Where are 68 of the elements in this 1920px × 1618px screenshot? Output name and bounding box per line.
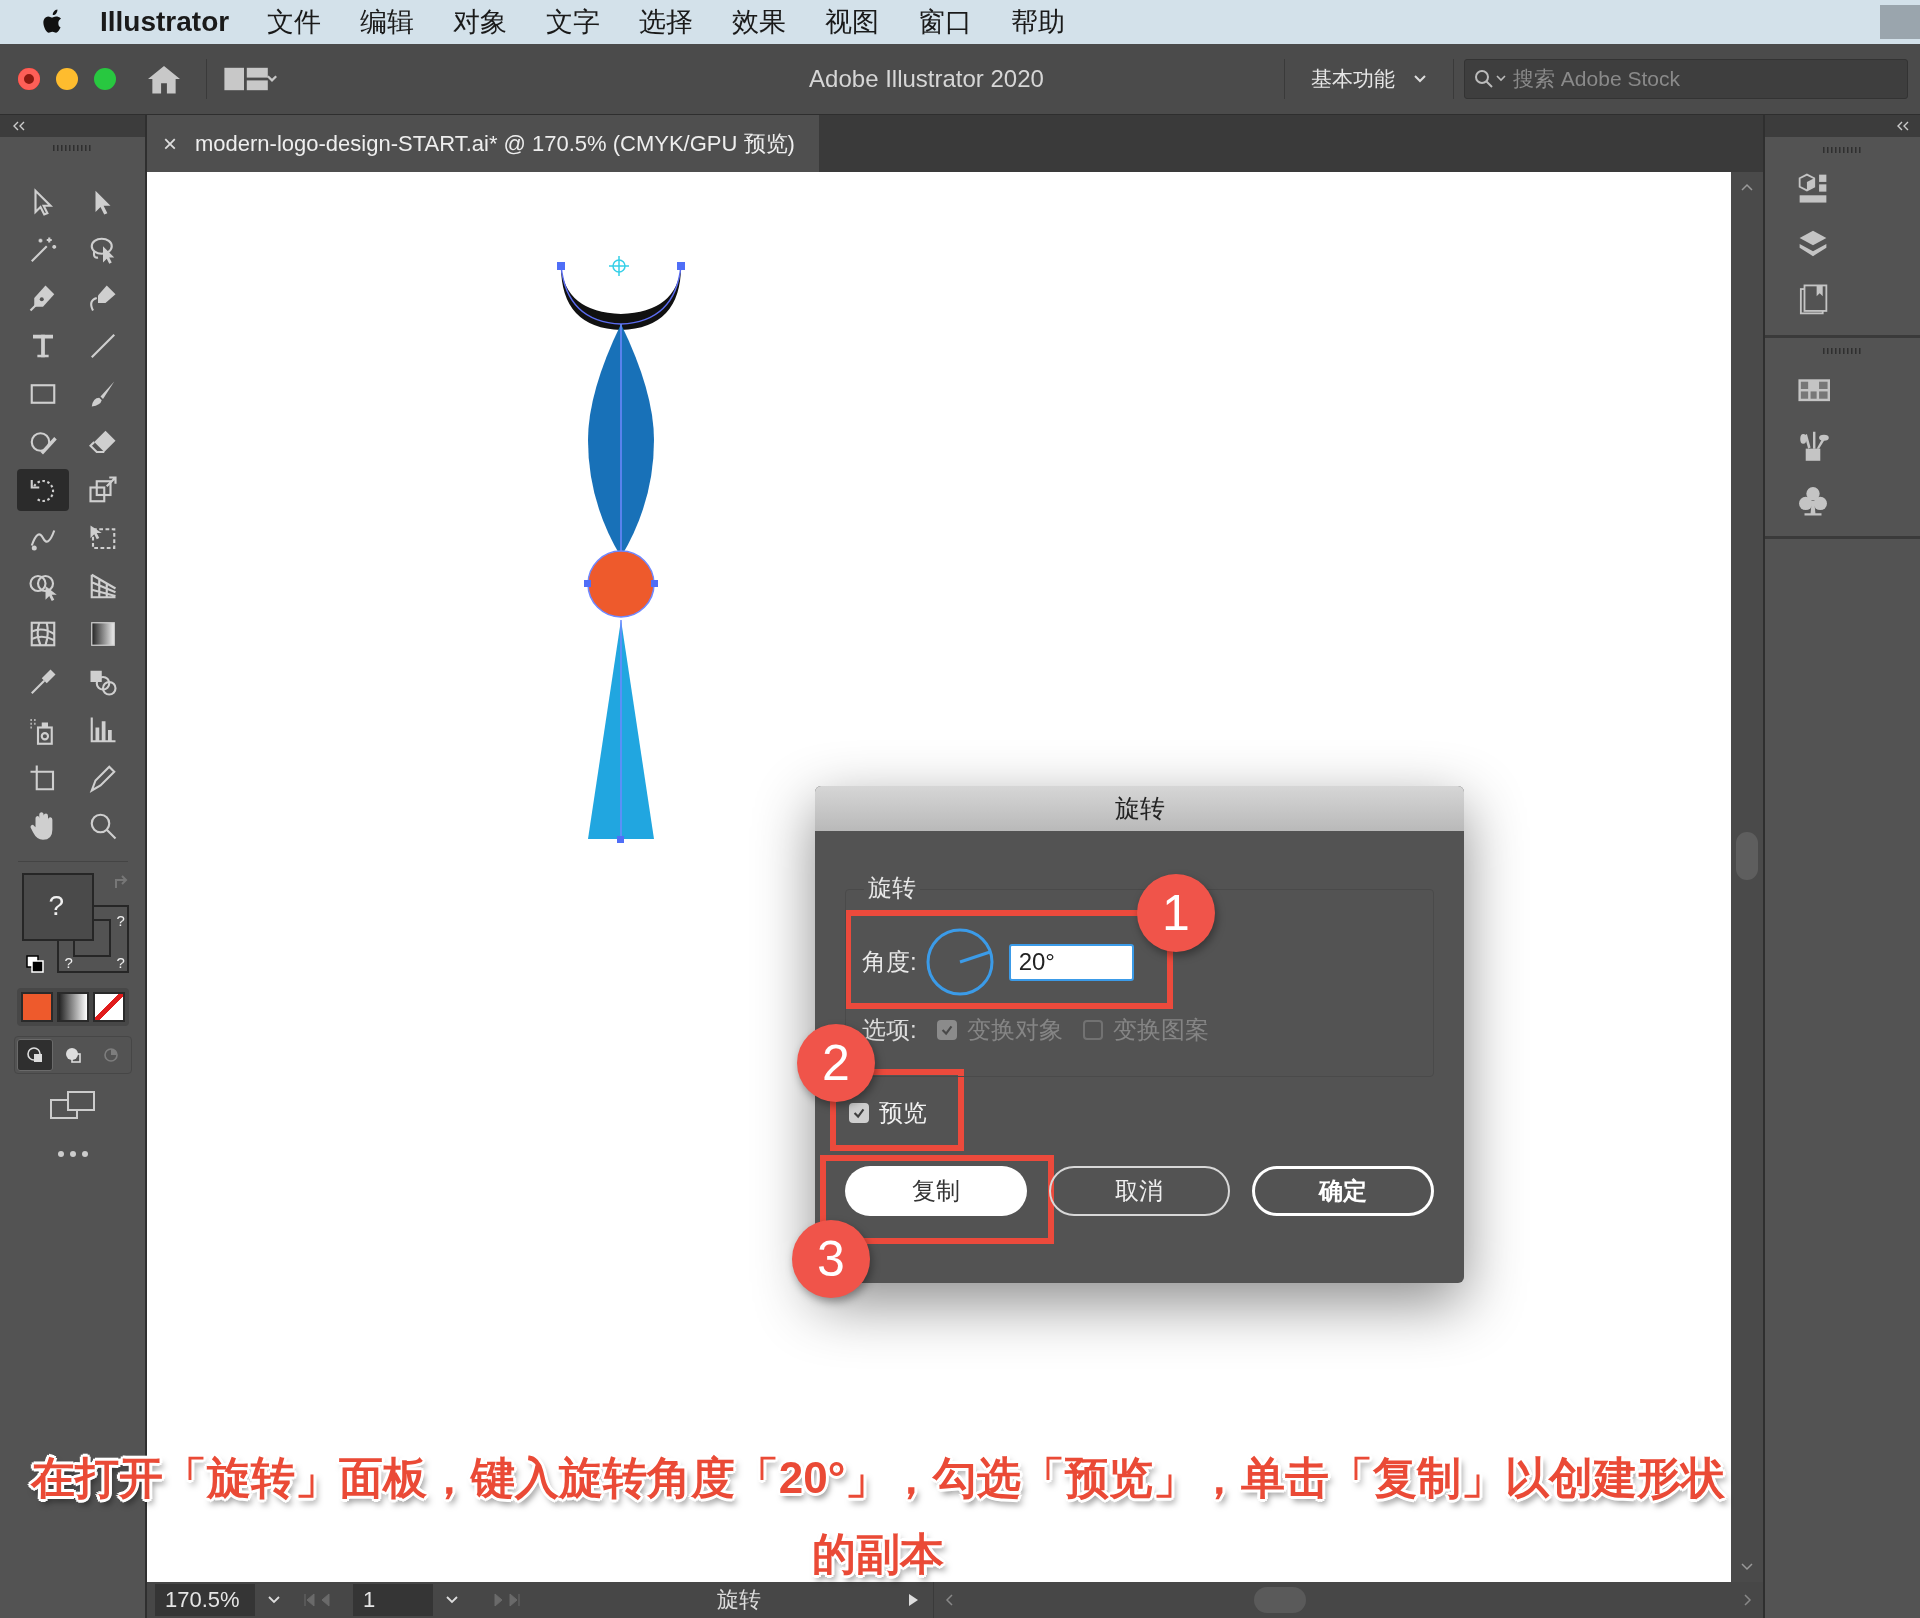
menu-item[interactable]: 对象	[453, 4, 508, 40]
menu-item[interactable]: 编辑	[360, 4, 415, 40]
anchor-point	[557, 262, 565, 270]
home-icon[interactable]	[146, 63, 182, 95]
draw-normal-icon	[24, 1045, 45, 1065]
scale-squares-icon	[87, 475, 118, 505]
dialog-title: 旋转	[815, 786, 1464, 831]
minimize-button[interactable]	[56, 68, 78, 90]
document-title: modern-logo-design-START.ai* @ 170.5% (CMYK/GPU 预览)	[195, 129, 795, 158]
document-tab[interactable]: × modern-logo-design-START.ai* @ 170.5% (CMYK/GPU 预览)	[147, 115, 819, 172]
ok-button[interactable]: 确定	[1252, 1166, 1434, 1216]
step-number: 1	[1137, 874, 1215, 952]
checkbox[interactable]	[849, 1103, 869, 1123]
menu-item[interactable]: 窗口	[918, 4, 973, 40]
more-dots-icon[interactable]	[56, 1150, 89, 1158]
tool-button[interactable]	[16, 469, 69, 511]
workspace-dropdown[interactable]: 基本功能	[1295, 65, 1443, 93]
chevron-down-icon[interactable]	[445, 1595, 459, 1605]
vertical-scrollbar[interactable]	[1731, 172, 1763, 1582]
scroll-left-icon	[944, 1593, 954, 1607]
menu-item[interactable]: 效果	[732, 4, 787, 40]
scroll-right-icon	[1743, 1593, 1753, 1607]
color-button[interactable]	[20, 992, 53, 1022]
screen-mode-icon[interactable]	[49, 1090, 96, 1122]
chevron-down-icon[interactable]	[267, 1595, 281, 1605]
anchor-point	[677, 262, 685, 270]
double-chevron-icon[interactable]	[1896, 121, 1910, 131]
status-text: 旋转	[717, 1586, 762, 1614]
swatch-label: ?	[64, 954, 73, 971]
close-button[interactable]	[18, 68, 40, 90]
cancel-button[interactable]: 取消	[1048, 1166, 1231, 1216]
double-chevron-icon[interactable]	[12, 121, 26, 131]
angle-label: 角度:	[862, 947, 917, 977]
none-button[interactable]	[92, 992, 125, 1022]
draw-mode-button[interactable]	[16, 1039, 53, 1071]
swatch-label: ?	[48, 890, 65, 922]
angle-input[interactable]: 20°	[1008, 943, 1134, 981]
gradient-button[interactable]	[56, 992, 89, 1022]
copy-button[interactable]: 复制	[845, 1166, 1027, 1216]
menu-extra-block	[1880, 5, 1920, 39]
grip-icon[interactable]	[1822, 348, 1863, 354]
angle-dial[interactable]	[924, 927, 995, 997]
rotation-origin-icon	[608, 255, 630, 277]
scroll-down-icon	[1740, 1562, 1754, 1572]
search-input[interactable]: 搜索 Adobe Stock	[1511, 66, 1907, 92]
app-menu[interactable]: Illustrator	[100, 6, 230, 38]
swatch-label: ?	[116, 954, 125, 971]
menu-item[interactable]: 帮助	[1011, 4, 1066, 40]
knife-icon	[87, 763, 118, 793]
menu-item[interactable]: 选择	[639, 4, 694, 40]
page-field[interactable]: 1	[353, 1584, 433, 1616]
menu-item[interactable]: 文件	[267, 4, 322, 40]
menu-item[interactable]: 视图	[825, 4, 880, 40]
menu-item[interactable]: 文字	[546, 4, 601, 40]
scroll-up-icon	[1740, 182, 1754, 192]
tab-close-button[interactable]: ×	[163, 129, 177, 158]
layout-grid-icon[interactable]	[223, 65, 279, 93]
swatch-label: ?	[116, 912, 125, 929]
curve-pen-icon	[87, 283, 118, 313]
window-title: Adobe Illustrator 2020	[808, 65, 1045, 93]
default-colors-icon[interactable]	[24, 954, 45, 974]
search-field[interactable]: 搜索 Adobe Stock	[1464, 59, 1908, 99]
grip-icon[interactable]	[52, 145, 93, 151]
zoom-button[interactable]	[94, 68, 116, 90]
play-arrow-icon[interactable]	[907, 1593, 919, 1607]
chevron-down-icon	[1413, 74, 1427, 84]
grip-icon[interactable]	[1822, 147, 1863, 153]
zoom-field[interactable]: 170.5%	[155, 1584, 255, 1616]
